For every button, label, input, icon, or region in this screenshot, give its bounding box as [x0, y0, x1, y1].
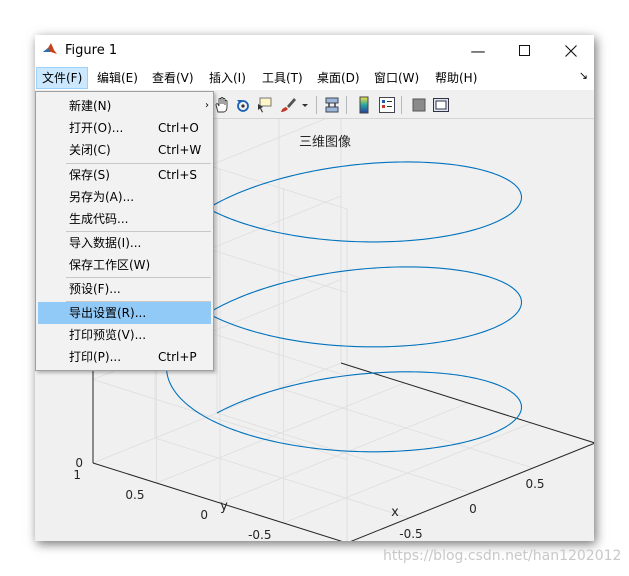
menu-view[interactable]: 查看(V)	[147, 68, 199, 88]
y-tick-label: 1	[73, 468, 81, 482]
menu-edit[interactable]: 编辑(E)	[92, 68, 143, 88]
menu-item-label: 打印(P)...	[69, 350, 122, 364]
y-axis-line	[340, 362, 594, 444]
menu-item-label: 新建(N)	[69, 99, 112, 113]
brush-dropdown-icon[interactable]	[301, 96, 309, 114]
chart-title: 三维图像	[299, 135, 351, 150]
menu-item-label: 另存为(A)...	[69, 190, 135, 204]
rotate-icon[interactable]	[234, 96, 252, 114]
menu-item-shortcut: Ctrl+W	[158, 143, 202, 157]
x-tick-label: 0	[469, 502, 477, 516]
menu-bar: 文件(F) 编辑(E) 查看(V) 插入(I) 工具(T) 桌面(D) 窗口(W…	[35, 66, 594, 90]
menu-file[interactable]: 文件(F)	[36, 67, 89, 89]
menu-item-save-workspace[interactable]: 保存工作区(W)	[38, 254, 211, 276]
menu-item-label: 保存工作区(W)	[69, 258, 151, 272]
close-button[interactable]	[548, 35, 594, 66]
toolbar-separator	[401, 96, 402, 114]
hide-plot-tools-icon[interactable]	[410, 96, 428, 114]
minimize-icon: —	[470, 41, 486, 60]
y-tick-label: 0	[200, 508, 208, 522]
menu-item-export-setup[interactable]: 导出设置(R)...	[38, 302, 211, 324]
toolbar-separator	[346, 96, 347, 114]
menu-item-shortcut: Ctrl+P	[158, 350, 197, 364]
tick-labels: -1-0.500.51-1-0.500.510	[73, 452, 594, 541]
grid-line	[350, 442, 594, 541]
menu-item-label: 关闭(C)	[69, 143, 111, 157]
dock-arrow-icon[interactable]: ↘	[579, 69, 588, 82]
menu-item-print[interactable]: 打印(P)... Ctrl+P	[38, 346, 211, 368]
menu-item-save[interactable]: 保存(S) Ctrl+S	[38, 164, 211, 186]
show-plot-tools-icon[interactable]	[432, 96, 450, 114]
menu-item-import-data[interactable]: 导入数据(I)...	[38, 232, 211, 254]
x-tick-label: 0.5	[525, 477, 544, 491]
menu-item-shortcut: Ctrl+S	[158, 168, 198, 182]
menu-item-new[interactable]: 新建(N) ›	[38, 95, 211, 117]
menu-insert[interactable]: 插入(I)	[204, 68, 251, 88]
menu-item-print-preview[interactable]: 打印预览(V)...	[38, 324, 211, 346]
menu-item-open[interactable]: 打开(O)... Ctrl+O	[38, 117, 211, 139]
pan-icon[interactable]	[213, 96, 231, 114]
maximize-button[interactable]	[501, 35, 547, 66]
z-tick-label: 0	[75, 456, 83, 470]
file-menu-dropdown: 新建(N) › 打开(O)... Ctrl+O 关闭(C) Ctrl+W 保存(…	[35, 91, 214, 371]
menu-tools[interactable]: 工具(T)	[257, 68, 308, 88]
menu-item-preferences[interactable]: 预设(F)...	[38, 278, 211, 300]
menu-item-label: 导入数据(I)...	[69, 236, 142, 250]
menu-item-close[interactable]: 关闭(C) Ctrl+W	[38, 139, 211, 161]
menu-item-label: 打印预览(V)...	[69, 328, 147, 342]
menu-item-label: 打开(O)...	[69, 121, 124, 135]
x-tick-label: 1	[593, 452, 594, 466]
grid-line	[278, 387, 534, 469]
grid-line	[219, 402, 469, 504]
submenu-arrow-icon: ›	[205, 100, 209, 111]
menu-item-label: 预设(F)...	[69, 282, 121, 296]
menu-help[interactable]: 帮助(H)	[430, 68, 482, 88]
link-icon[interactable]	[323, 96, 341, 114]
menu-item-label: 生成代码...	[69, 212, 129, 226]
brush-icon[interactable]	[279, 96, 297, 114]
toolbar-separator	[316, 96, 317, 114]
minimize-button[interactable]: —	[455, 35, 501, 66]
maximize-icon	[518, 45, 530, 56]
menu-item-save-as[interactable]: 另存为(A)...	[38, 186, 211, 208]
y-tick-label: 0.5	[125, 488, 144, 502]
menu-item-generate-code[interactable]: 生成代码...	[38, 208, 211, 230]
x-tick-label: -0.5	[399, 527, 422, 541]
data-cursor-icon[interactable]	[256, 96, 274, 114]
window-title: Figure 1	[65, 43, 118, 58]
x-axis-line	[350, 442, 594, 541]
close-icon	[565, 44, 577, 57]
menu-window[interactable]: 窗口(W)	[369, 68, 424, 88]
colorbar-icon[interactable]	[355, 96, 373, 114]
menu-item-label: 导出设置(R)...	[69, 306, 147, 320]
menu-item-shortcut: Ctrl+O	[158, 121, 199, 135]
menu-item-label: 保存(S)	[69, 168, 110, 182]
grid-line	[156, 382, 405, 484]
y-axis-label: y	[220, 499, 228, 514]
menu-desktop[interactable]: 桌面(D)	[312, 68, 365, 88]
watermark: https://blog.csdn.net/han1202012	[383, 548, 622, 564]
y-tick-label: -0.5	[248, 528, 271, 541]
figure-window: -1-0.500.51-1-0.500.510 三维图像 x y Figure …	[35, 35, 594, 541]
matlab-icon	[42, 42, 58, 58]
legend-icon[interactable]	[378, 96, 396, 114]
x-axis-label: x	[391, 505, 399, 520]
title-bar: Figure 1 —	[35, 35, 594, 66]
